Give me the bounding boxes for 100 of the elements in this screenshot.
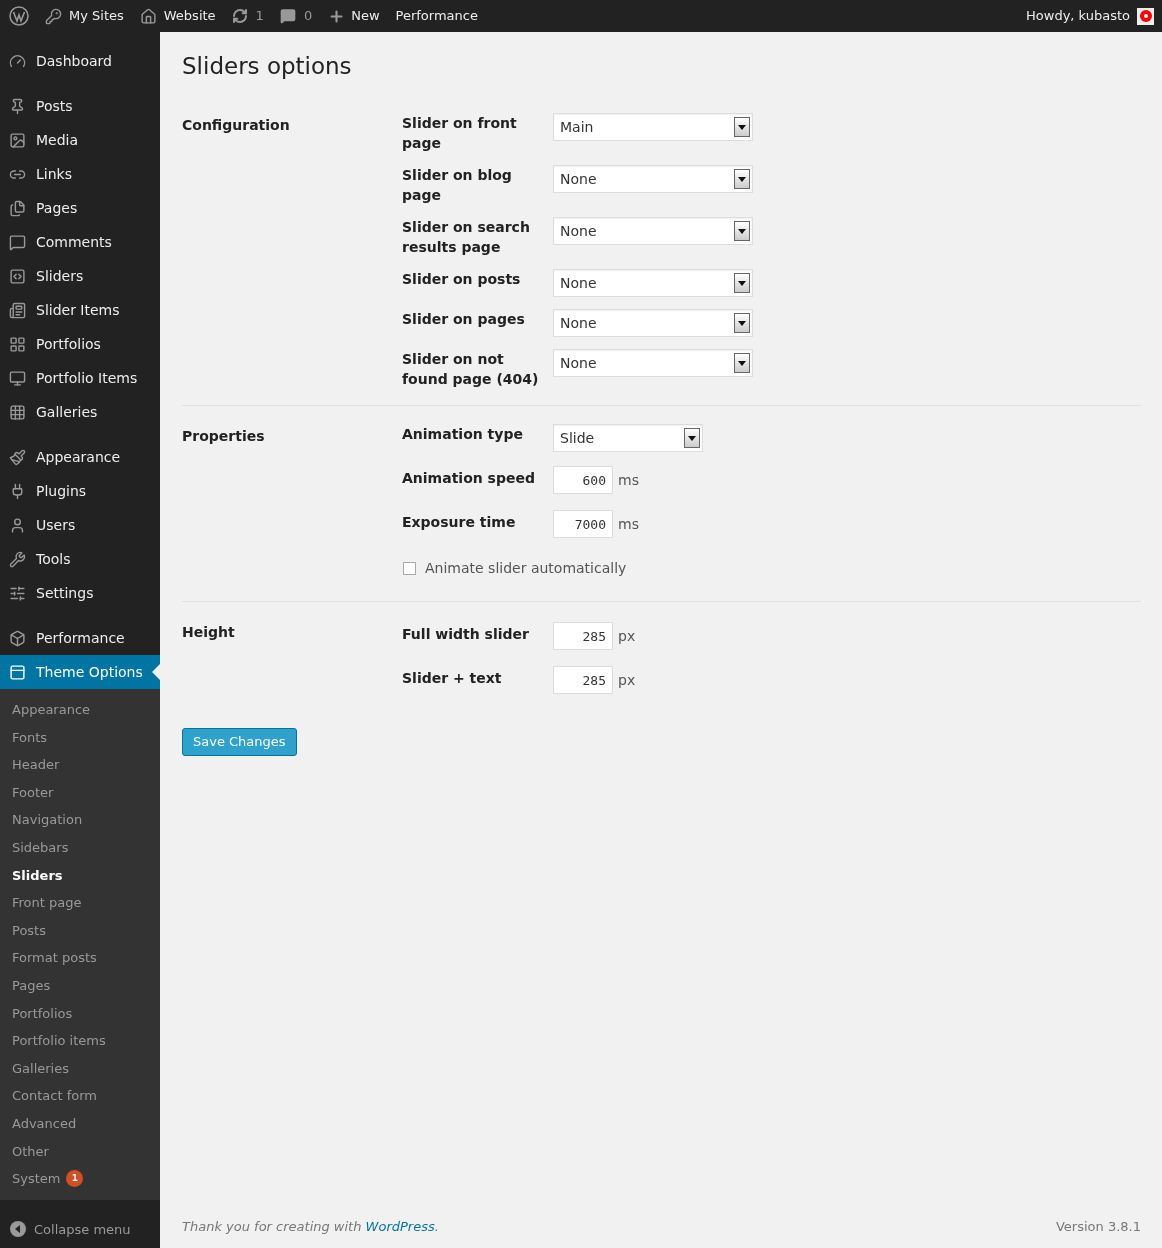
submenu-item[interactable]: Contact form (0, 1082, 160, 1110)
field-label: Slider on pages (402, 310, 526, 329)
key-icon (45, 7, 62, 25)
select-field[interactable]: None (553, 309, 753, 337)
submenu-item[interactable]: Sidebars (0, 833, 160, 862)
avatar-icon[interactable] (1137, 7, 1154, 25)
menu-item[interactable]: Users (0, 508, 160, 542)
comment-icon (9, 233, 26, 251)
select-field[interactable]: None (553, 217, 753, 245)
field-label: Full width slider (402, 625, 530, 644)
cube-icon (9, 629, 26, 647)
field-label: Slider on posts (402, 270, 522, 289)
user-icon (9, 516, 26, 534)
refresh-icon (231, 8, 248, 24)
menu-item[interactable]: Posts (0, 89, 160, 123)
admin-bar-link[interactable]: Performance (387, 6, 486, 26)
collapse-icon (10, 1221, 26, 1238)
submenu-item[interactable]: Fonts (0, 723, 160, 752)
field-label: Animation speed (402, 469, 536, 488)
select-field[interactable]: Main (553, 113, 753, 141)
submenu-item[interactable]: Header (0, 751, 160, 779)
grid-icon (9, 335, 26, 353)
submenu-item[interactable]: Galleries (0, 1054, 160, 1083)
menu-item[interactable]: Performance (0, 621, 160, 655)
submenu-item[interactable]: Pages (0, 971, 160, 1000)
select-field[interactable]: None (553, 269, 753, 297)
checkbox-label: Animate slider automatically (425, 559, 627, 578)
menu-item[interactable]: Dashboard (0, 44, 160, 78)
pages-icon (9, 199, 26, 217)
field-label: Slider on not found page (404) (402, 350, 540, 389)
submenu-item[interactable]: Front page (0, 889, 160, 917)
menu-item[interactable]: Links (0, 157, 160, 191)
submenu-item[interactable]: Portfolio items (0, 1027, 160, 1055)
brush-icon (9, 448, 26, 466)
menu-item[interactable]: Tools (0, 542, 160, 576)
submenu-item[interactable]: Posts (0, 916, 160, 945)
menu-item[interactable]: Galleries (0, 395, 160, 429)
gallery-icon (9, 403, 26, 421)
menu-item[interactable]: Appearance (0, 440, 160, 474)
field-label: Slider on blog page (402, 166, 513, 205)
menu-item[interactable]: Settings (0, 576, 160, 610)
number-field[interactable]: 7000 (553, 510, 613, 538)
section-label: Configuration (182, 116, 291, 135)
menu-item[interactable]: Pages (0, 191, 160, 225)
section-label: Properties (182, 427, 266, 446)
count-badge: 1 (66, 1170, 84, 1188)
field-label: Animation type (402, 425, 524, 444)
admin-bar-link[interactable]: My Sites (37, 6, 132, 26)
gauge-icon (9, 52, 26, 70)
admin-bar-link[interactable]: Website (131, 6, 224, 26)
field-label: Slider + text (402, 669, 503, 688)
wordpress-link[interactable]: WordPress (365, 1218, 435, 1234)
menu-item[interactable]: Comments (0, 225, 160, 259)
select-field[interactable]: Slide (553, 424, 703, 452)
submenu-item[interactable]: Appearance (0, 696, 160, 724)
submenu-item[interactable]: Footer (0, 778, 160, 807)
monitor-icon (9, 369, 26, 387)
number-field[interactable]: 285 (553, 622, 613, 650)
menu-item[interactable]: Plugins (0, 474, 160, 508)
submenu-item[interactable]: Navigation (0, 806, 160, 834)
menu-item[interactable]: Media (0, 123, 160, 157)
menu-item[interactable]: Sliders (0, 259, 160, 293)
checkbox[interactable] (403, 562, 416, 575)
comments-link[interactable]: 0 (271, 6, 321, 26)
unit-label: ms (618, 471, 639, 490)
submenu-item[interactable]: System 1 (0, 1165, 160, 1193)
footer-thanks: Thank you for creating with WordPress. (182, 1217, 439, 1236)
comment-icon (279, 8, 296, 24)
submenu-item[interactable]: Portfolios (0, 999, 160, 1028)
number-field[interactable]: 600 (553, 466, 613, 494)
field-label: Exposure time (402, 513, 517, 532)
menu-item[interactable]: Theme Options (0, 655, 160, 689)
updates-link[interactable]: 1 (223, 6, 272, 26)
submenu-item[interactable]: Advanced (0, 1109, 160, 1138)
wordpress-logo-icon[interactable] (9, 6, 29, 26)
new-link[interactable]: New (320, 6, 388, 26)
collapse-menu-button[interactable]: Collapse menu (0, 1219, 160, 1239)
field-label: Slider on front page (402, 114, 518, 153)
version-text: Version 3.8.1 (1056, 1217, 1141, 1236)
number-field[interactable]: 285 (553, 666, 613, 694)
greeting-link[interactable]: Howdy, kubasto (1026, 6, 1130, 26)
image-icon (9, 131, 26, 149)
slider-icon (9, 267, 26, 285)
submenu-item[interactable]: Sliders (0, 861, 160, 890)
submenu-item[interactable]: Other (0, 1137, 160, 1166)
menu-item[interactable]: Portfolios (0, 327, 160, 361)
unit-label: px (618, 671, 636, 690)
unit-label: ms (618, 515, 639, 534)
home-icon (139, 7, 157, 25)
submenu-item[interactable]: Format posts (0, 944, 160, 972)
wrench-icon (9, 550, 26, 568)
settings-icon (9, 584, 26, 602)
unit-label: px (618, 627, 636, 646)
select-field[interactable]: None (553, 165, 753, 193)
slider-item-icon (9, 301, 26, 319)
select-field[interactable]: None (553, 349, 753, 377)
menu-item[interactable]: Portfolio Items (0, 361, 160, 395)
plus-icon (328, 7, 346, 25)
menu-item[interactable]: Slider Items (0, 293, 160, 327)
field-label: Slider on search results page (402, 218, 531, 257)
